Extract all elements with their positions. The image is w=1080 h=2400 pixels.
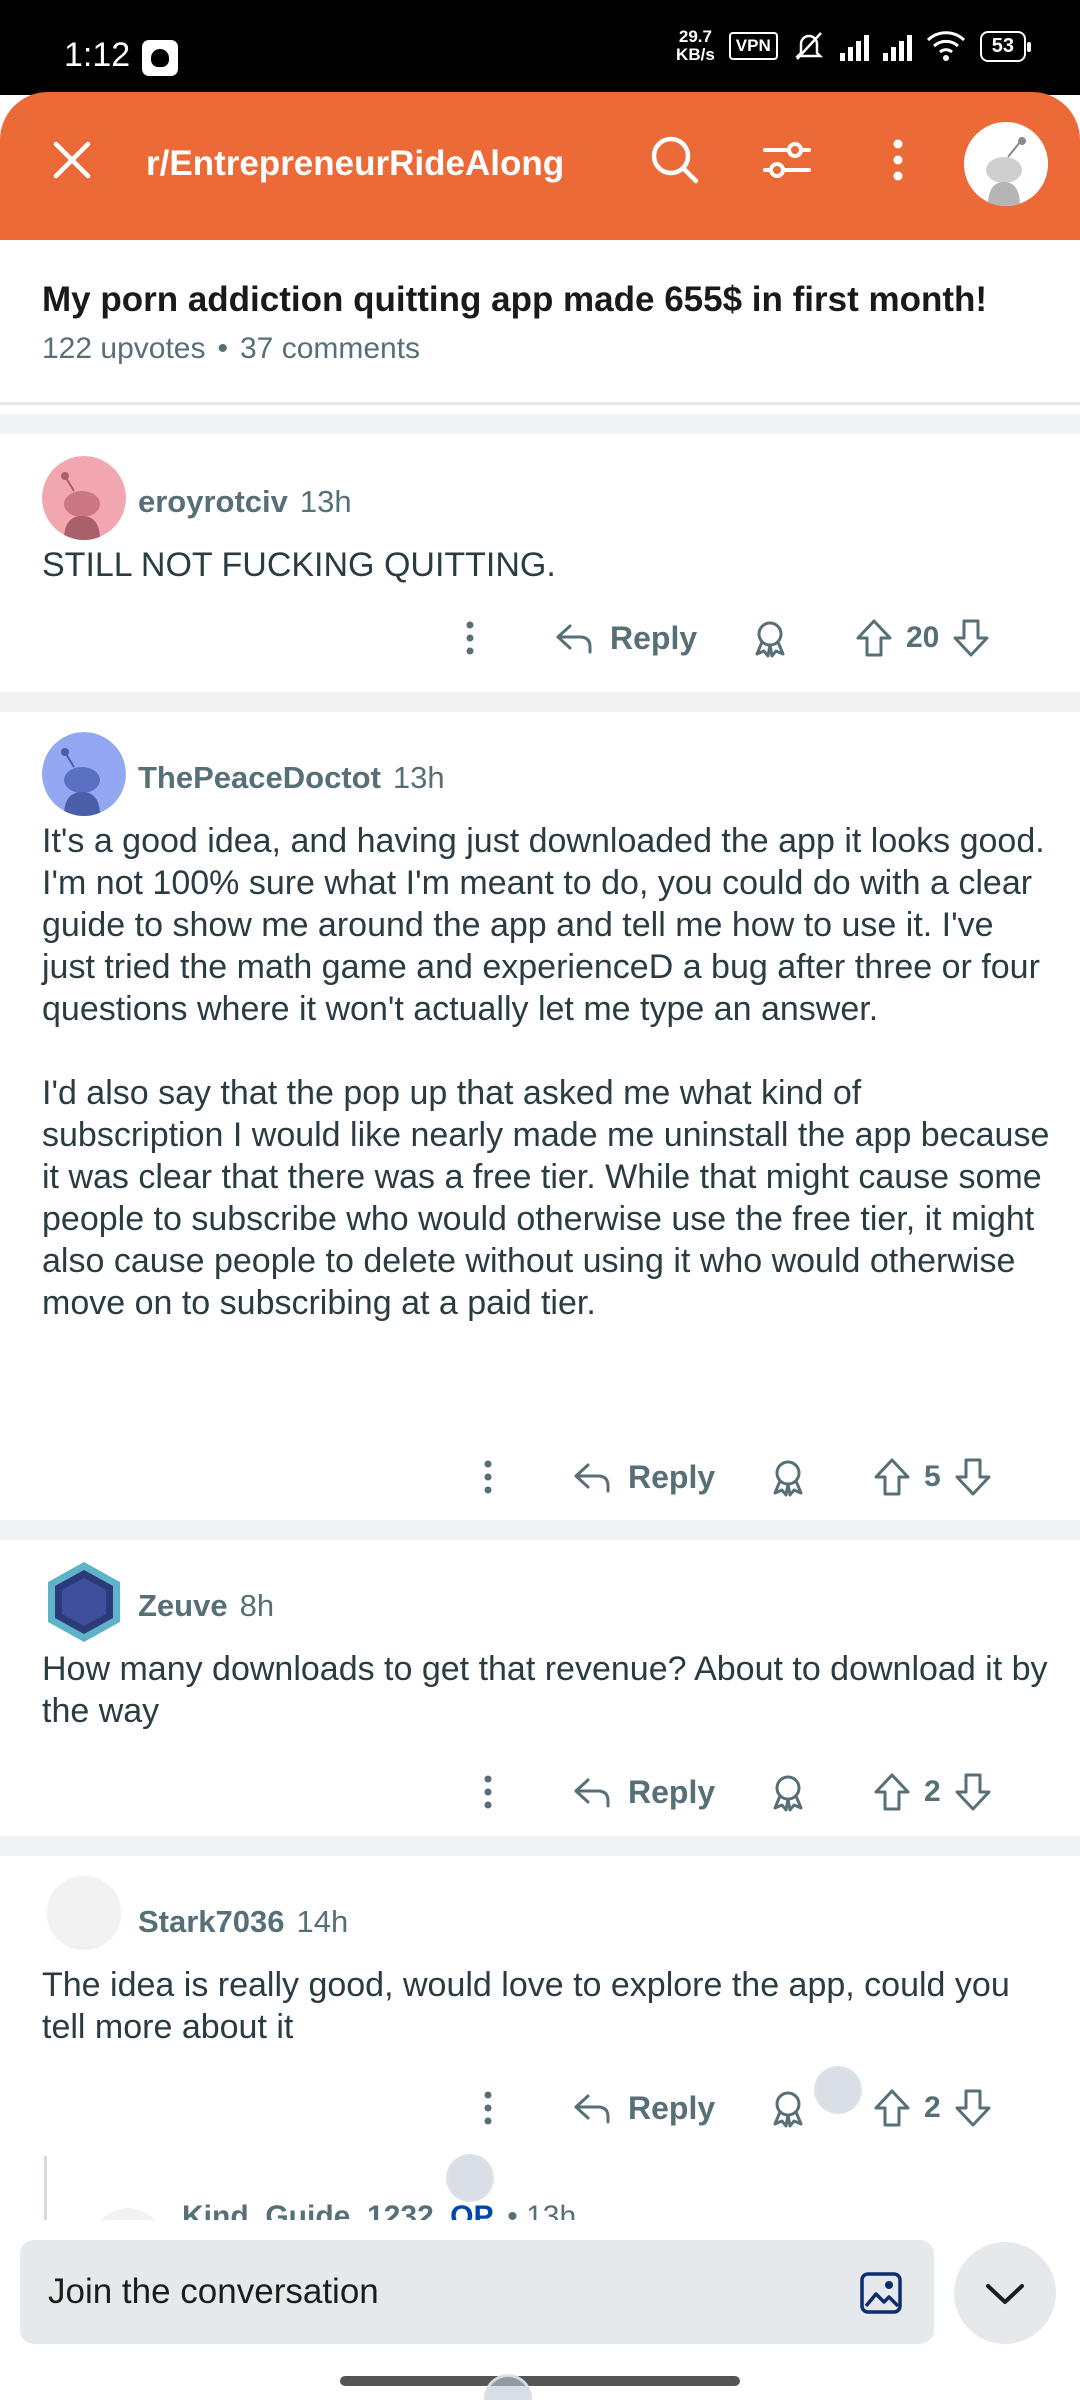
collapse-comments-button[interactable]	[954, 2242, 1056, 2344]
search-icon[interactable]	[645, 130, 705, 190]
comment-author[interactable]: Stark7036 14h	[138, 1904, 348, 1940]
downvote-icon[interactable]	[951, 2086, 995, 2130]
more-options-icon[interactable]	[466, 2086, 510, 2130]
reply-button[interactable]: Reply	[570, 2086, 715, 2130]
user-avatar[interactable]	[964, 122, 1048, 206]
upvote-icon[interactable]	[870, 2086, 914, 2130]
status-time: 1:12	[64, 36, 131, 74]
avatar[interactable]	[42, 456, 126, 540]
comment-actions: Reply 20	[0, 608, 1080, 668]
downvote-icon[interactable]	[951, 1455, 995, 1499]
subreddit-name[interactable]: r/EntrepreneurRideAlong	[146, 144, 564, 184]
comment: Stark7036 14h The idea is really good, wo…	[0, 1856, 1080, 2280]
status-indicators: 29.7 KB/s VPN 53	[676, 27, 1032, 64]
award-icon[interactable]	[766, 2086, 810, 2130]
divider	[0, 1520, 1080, 1540]
downvote-icon[interactable]	[949, 616, 993, 660]
comment-body: It's a good idea, and having just downlo…	[42, 822, 1050, 1322]
thread-line	[44, 2156, 47, 2220]
battery-indicator: 53	[979, 30, 1032, 62]
wifi-icon	[926, 31, 965, 61]
home-indicator[interactable]	[340, 2376, 740, 2386]
divider	[0, 692, 1080, 712]
signal-icon-2	[882, 31, 912, 61]
downvote-icon[interactable]	[951, 1770, 995, 1814]
vote-control: 2	[870, 1770, 995, 1814]
composer-placeholder: Join the conversation	[48, 2272, 379, 2311]
avatar[interactable]	[48, 1876, 120, 1948]
vote-control: 20	[852, 616, 993, 660]
snoo-avatar-icon	[42, 456, 126, 540]
op-badge: OP	[450, 2200, 493, 2220]
avatar[interactable]	[42, 732, 126, 816]
reply-icon	[574, 1463, 610, 1493]
image-attach-icon[interactable]	[858, 2270, 904, 2316]
join-conversation-input[interactable]: Join the conversation	[20, 2240, 934, 2344]
comment: Zeuve 8h How many downloads to get that r…	[0, 1540, 1080, 1836]
more-options-icon[interactable]	[466, 1455, 510, 1499]
snoo-avatar-icon	[964, 122, 1048, 206]
divider	[0, 402, 1080, 405]
upvote-icon[interactable]	[870, 1455, 914, 1499]
bell-muted-icon	[794, 32, 823, 60]
post-title[interactable]: My porn addiction quitting app made 655$…	[42, 280, 987, 320]
comment: eroyrotciv 13h STILL NOT FUCKING QUITTING…	[0, 434, 1080, 692]
comment-body: STILL NOT FUCKING QUITTING.	[42, 546, 556, 584]
comment-body: How many downloads to get that revenue? …	[42, 1650, 1048, 1730]
nested-reply-header: Kind_Guide_1232 OP • 13h	[182, 2200, 576, 2220]
touch-indicator	[446, 2154, 494, 2202]
reply-button[interactable]: Reply	[570, 1770, 715, 1814]
more-vertical-icon[interactable]	[868, 130, 928, 190]
comment-composer-bar: Join the conversation	[0, 2220, 1080, 2400]
divider	[0, 414, 1080, 434]
comment: ThePeaceDoctot 13h It's a good idea, and …	[0, 712, 1080, 1520]
signal-icon	[839, 31, 869, 61]
reply-icon	[556, 624, 592, 654]
reply-button[interactable]: Reply	[570, 1455, 715, 1499]
network-speed: 29.7 KB/s	[676, 27, 715, 64]
award-icon[interactable]	[766, 1455, 810, 1499]
reply-button[interactable]: Reply	[552, 616, 697, 660]
snoo-avatar-icon	[42, 732, 126, 816]
comment-actions: Reply 2	[0, 1762, 1080, 1822]
sort-filter-icon[interactable]	[757, 130, 817, 190]
app-header: r/EntrepreneurRideAlong	[0, 92, 1080, 240]
upvote-icon[interactable]	[852, 616, 896, 660]
comment-author[interactable]: ThePeaceDoctot 13h	[138, 760, 445, 796]
more-options-icon[interactable]	[466, 1770, 510, 1814]
vote-control: 5	[870, 1455, 995, 1499]
meta-separator: •	[217, 332, 228, 365]
touch-indicator	[814, 2066, 862, 2114]
vpn-badge: VPN	[728, 32, 778, 60]
status-bar: 1:12 29.7 KB/s VPN 53	[0, 0, 1080, 95]
close-icon[interactable]	[44, 132, 100, 188]
reply-icon	[574, 2094, 610, 2124]
award-icon[interactable]	[766, 1770, 810, 1814]
nft-hexagon-avatar-icon	[48, 1562, 120, 1642]
divider	[0, 1836, 1080, 1856]
comment-actions: Reply 2	[0, 2078, 1080, 2138]
reply-icon	[574, 1778, 610, 1808]
comment-author[interactable]: eroyrotciv 13h	[138, 484, 352, 520]
upvote-icon[interactable]	[870, 1770, 914, 1814]
comment-author[interactable]: Zeuve 8h	[138, 1588, 274, 1624]
more-options-icon[interactable]	[448, 616, 492, 660]
comment-actions: Reply 5	[0, 1447, 1080, 1507]
vote-control: 2	[870, 2086, 995, 2130]
comment-body: The idea is really good, would love to e…	[42, 1966, 1010, 2046]
comment-count: 37 comments	[239, 332, 421, 365]
post-meta: 122 upvotes • 37 comments	[42, 332, 420, 366]
award-icon[interactable]	[748, 616, 792, 660]
upvote-count: 122 upvotes	[42, 332, 206, 365]
app-notification-icon	[142, 40, 178, 76]
chevron-down-icon	[986, 2284, 1024, 2304]
avatar[interactable]	[42, 1560, 126, 1644]
